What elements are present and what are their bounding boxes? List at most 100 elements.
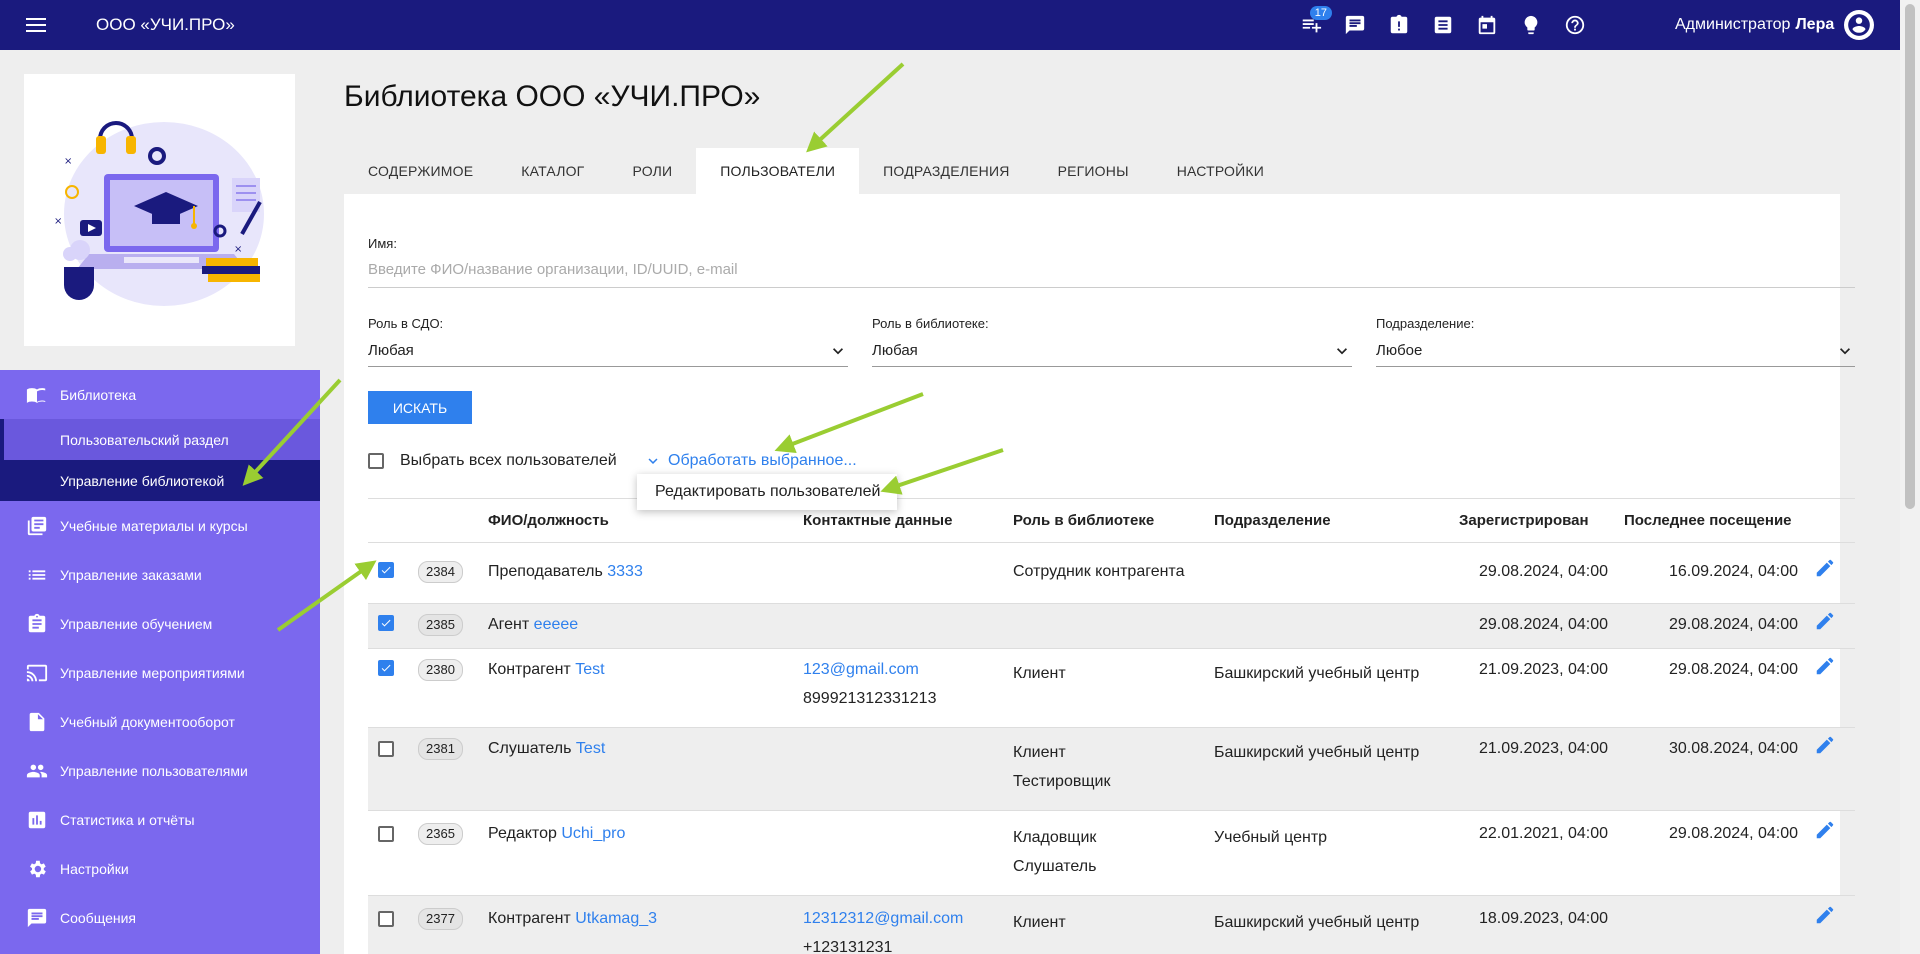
user-email[interactable]: 123@gmail.com (803, 655, 997, 684)
user-name-link[interactable]: Uchi_pro (561, 825, 625, 842)
user-position: Агент (488, 616, 530, 633)
org-name[interactable]: ООО «УЧИ.ПРО» (96, 15, 235, 35)
row-checkbox[interactable] (378, 911, 394, 927)
svg-text:×: × (54, 216, 62, 227)
user-email[interactable]: 12312312@gmail.com (803, 904, 997, 933)
edit-icon[interactable] (1814, 655, 1836, 677)
col-library-role[interactable]: Роль в библиотеке (1005, 498, 1206, 543)
edit-icon[interactable] (1814, 904, 1836, 926)
table-row: 2377 Контрагент Utkamag_3 12312312@gmail… (368, 895, 1855, 954)
page-scrollbar[interactable] (1900, 0, 1920, 954)
sidebar-item-events[interactable]: Управление мероприятиями (0, 648, 320, 697)
select-all-label[interactable]: Выбрать всех пользователей (400, 452, 617, 470)
user-role: Кладовщик (1013, 829, 1097, 846)
chevron-down-icon (1337, 347, 1347, 354)
user-department: Башкирский учебный центр (1206, 895, 1451, 954)
sidebar-item-documents[interactable]: Учебный документооборот (0, 697, 320, 746)
edit-icon[interactable] (1814, 610, 1836, 632)
hamburger-menu-icon[interactable] (18, 7, 54, 43)
edit-icon[interactable] (1814, 557, 1836, 579)
select-all-checkbox[interactable] (368, 453, 384, 469)
user-menu[interactable]: Администратор Лера (1675, 0, 1875, 50)
registered-date: 22.01.2021, 04:00 (1451, 810, 1616, 896)
tab-catalog[interactable]: КАТАЛОГ (497, 148, 608, 194)
col-registered[interactable]: Зарегистрирован (1451, 498, 1616, 543)
row-checkbox[interactable] (378, 826, 394, 842)
chevron-down-icon (833, 347, 843, 354)
tabs: СОДЕРЖИМОЕ КАТАЛОГ РОЛИ ПОЛЬЗОВАТЕЛИ ПОД… (344, 148, 1288, 194)
chat-icon (27, 908, 47, 927)
tab-departments[interactable]: ПОДРАЗДЕЛЕНИЯ (859, 148, 1033, 194)
user-name-link[interactable]: Test (575, 661, 604, 678)
tab-roles[interactable]: РОЛИ (608, 148, 696, 194)
edit-icon[interactable] (1814, 734, 1836, 756)
col-department[interactable]: Подразделение (1206, 498, 1451, 543)
user-department: Башкирский учебный центр (1206, 727, 1451, 811)
user-name-link[interactable]: 3333 (607, 563, 643, 580)
row-checkbox[interactable] (378, 660, 394, 676)
document-icon[interactable] (1428, 10, 1458, 40)
process-selected-button[interactable]: Обработать выбранное... (644, 452, 857, 470)
sidebar-item-users[interactable]: Управление пользователями (0, 746, 320, 795)
sidebar-item-stats[interactable]: Статистика и отчёты (0, 795, 320, 844)
tab-settings[interactable]: НАСТРОЙКИ (1153, 148, 1288, 194)
user-name-link[interactable]: Test (576, 740, 605, 757)
sidebar-item-user-section[interactable]: Пользовательский раздел (0, 419, 320, 460)
users-panel: Имя: Роль в СДО: Любая Роль в библиотеке… (344, 194, 1855, 954)
sidebar-item-settings[interactable]: Настройки (0, 844, 320, 893)
edit-icon[interactable] (1814, 819, 1836, 841)
chat-icon[interactable] (1340, 10, 1370, 40)
help-icon[interactable] (1560, 10, 1590, 40)
sidebar-item-library-management[interactable]: Управление библиотекой (0, 460, 320, 501)
row-checkbox[interactable] (378, 615, 394, 631)
user-position: Контрагент (488, 661, 571, 678)
sidebar-item-courses[interactable]: Учебные материалы и курсы (0, 501, 320, 550)
sidebar-item-label: Статистика и отчёты (60, 811, 195, 828)
avatar-icon[interactable] (1844, 10, 1875, 40)
tab-content[interactable]: СОДЕРЖИМОЕ (344, 148, 497, 194)
library-books-icon (27, 516, 47, 535)
sidebar-item-orders[interactable]: Управление заказами (0, 550, 320, 599)
col-last-visit[interactable]: Последнее посещение (1616, 498, 1806, 543)
user-name-link[interactable]: eeeee (534, 616, 579, 633)
user-role: Сотрудник контрагента (1013, 563, 1185, 580)
user-role: Клиент (1013, 665, 1066, 682)
sdo-role-select[interactable]: Любая (368, 335, 848, 367)
department-select[interactable]: Любое (1376, 335, 1855, 367)
user-department: Башкирский учебный центр (1206, 648, 1451, 728)
library-role-select[interactable]: Любая (872, 335, 1352, 367)
notifications-list-icon[interactable]: 17 (1296, 6, 1332, 40)
user-position: Контрагент (488, 910, 571, 927)
chevron-down-icon (648, 458, 658, 464)
user-id: 2381 (418, 738, 463, 760)
tab-users[interactable]: ПОЛЬЗОВАТЕЛИ (696, 148, 860, 194)
user-role: Клиент (1013, 914, 1066, 931)
user-role: Тестировщик (1013, 773, 1111, 790)
table-header-row: ФИО/должность Контактные данные Роль в б… (368, 498, 1855, 543)
calendar-icon[interactable] (1472, 10, 1502, 40)
sidebar-item-training[interactable]: Управление обучением (0, 599, 320, 648)
tab-regions[interactable]: РЕГИОНЫ (1034, 148, 1153, 194)
table-row: 2384 Преподаватель 3333 Сотрудник контра… (368, 542, 1855, 604)
registered-date: 21.09.2023, 04:00 (1451, 648, 1616, 728)
scrollbar-thumb[interactable] (1905, 4, 1915, 509)
table-row: 2385 Агент eeeee 29.08.2024, 04:00 29.08… (368, 603, 1855, 649)
clipboard-alert-icon[interactable] (1384, 10, 1414, 40)
table-row: 2365 Редактор Uchi_pro Кладовщик Слушател… (368, 810, 1855, 896)
search-button[interactable]: ИСКАТЬ (368, 391, 472, 424)
chart-icon (28, 811, 46, 828)
lightbulb-icon[interactable] (1516, 10, 1546, 40)
sidebar-item-label: Сообщения (60, 909, 136, 926)
row-checkbox[interactable] (378, 741, 394, 757)
sidebar-item-messages[interactable]: Сообщения (0, 893, 320, 942)
sidebar-item-label: Настройки (60, 860, 129, 877)
sidebar-item-label: Управление мероприятиями (60, 664, 245, 681)
last-visit-date: 30.08.2024, 04:00 (1616, 727, 1806, 811)
last-visit-date: 29.08.2024, 04:00 (1616, 810, 1806, 896)
sidebar-item-library[interactable]: Библиотека (0, 370, 320, 419)
row-checkbox[interactable] (378, 562, 394, 578)
name-search-input[interactable] (368, 252, 1855, 288)
edit-users-menu-item[interactable]: Редактировать пользователей (637, 474, 897, 510)
registered-date: 29.08.2024, 04:00 (1451, 542, 1616, 604)
user-name-link[interactable]: Utkamag_3 (575, 910, 657, 927)
